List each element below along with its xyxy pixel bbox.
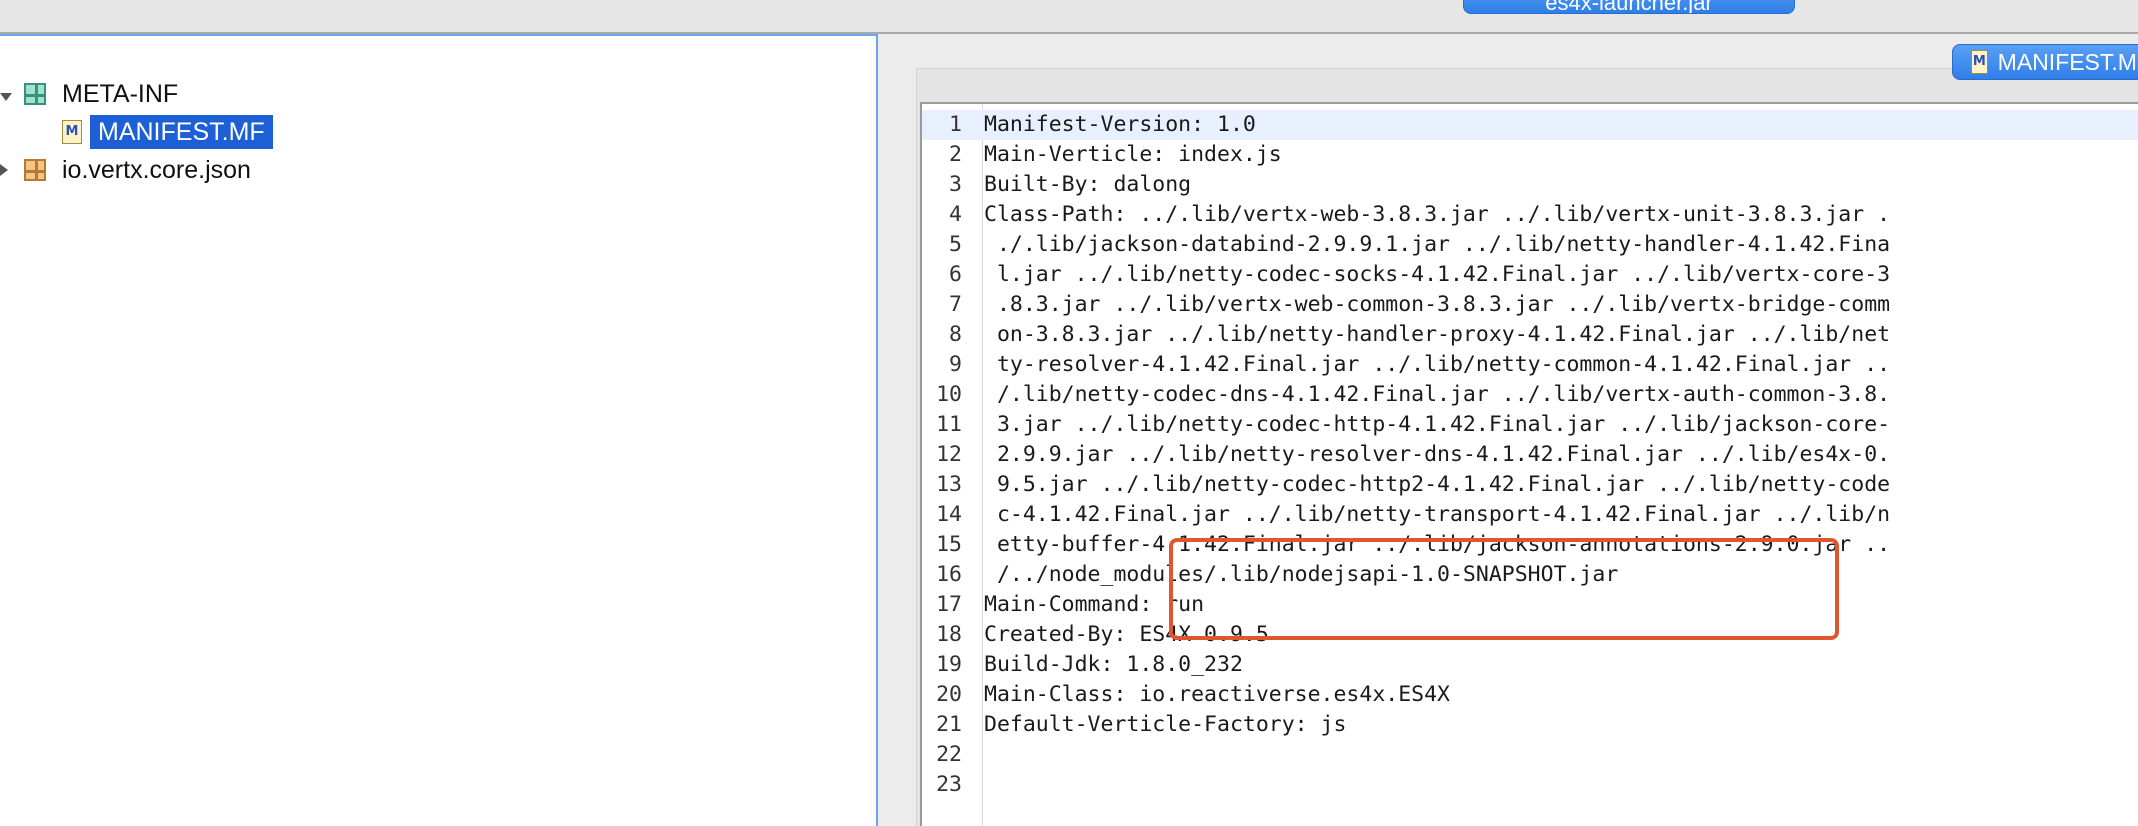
line-text: 3.jar ../.lib/netty-codec-http-4.1.42.Fi… [984, 412, 1891, 437]
code-line[interactable]: 6 l.jar ../.lib/netty-codec-socks-4.1.42… [922, 260, 2138, 290]
line-number: 6 [949, 262, 962, 287]
line-number: 22 [936, 742, 962, 767]
package-icon [24, 159, 46, 181]
line-number: 21 [936, 712, 962, 737]
line-number: 11 [936, 412, 962, 437]
line-text: Built-By: dalong [984, 172, 1192, 197]
package-icon [24, 83, 46, 105]
line-text: .8.3.jar ../.lib/vertx-web-common-3.8.3.… [984, 292, 1891, 317]
line-number: 4 [949, 202, 962, 227]
line-number: 20 [936, 682, 962, 707]
manifest-file-icon: M [1971, 50, 1988, 74]
line-number: 5 [949, 232, 962, 257]
code-line[interactable]: 7 .8.3.jar ../.lib/vertx-web-common-3.8.… [922, 290, 2138, 320]
line-number: 10 [936, 382, 962, 407]
line-text: etty-buffer-4.1.42.Final.jar ../.lib/jac… [984, 532, 1891, 557]
line-number: 3 [949, 172, 962, 197]
code-line[interactable]: 17 Main-Command: run [922, 590, 2138, 620]
line-text: /../node_modules/.lib/nodejsapi-1.0-SNAP… [984, 562, 1619, 587]
code-line[interactable]: 3 Built-By: dalong [922, 170, 2138, 200]
code-line[interactable]: 13 9.5.jar ../.lib/netty-codec-http2-4.1… [922, 470, 2138, 500]
line-text: 2.9.9.jar ../.lib/netty-resolver-dns-4.1… [984, 442, 1891, 467]
line-number: 14 [936, 502, 962, 527]
editor-area: M MANIFEST.MF 1 Manifest-Version: 1.0 2 Mai… [880, 34, 2138, 826]
code-line[interactable]: 4 Class-Path: ../.lib/vertx-web-3.8.3.jar… [922, 200, 2138, 230]
line-text: Default-Verticle-Factory: js [984, 712, 1347, 737]
line-text: Main-Command: run [984, 592, 1205, 617]
line-number: 15 [936, 532, 962, 557]
tree-item-meta-inf[interactable]: META-INF [0, 76, 179, 112]
line-number: 23 [936, 772, 962, 797]
code-line[interactable]: 5 ./.lib/jackson-databind-2.9.9.1.jar ..… [922, 230, 2138, 260]
file-tree-panel: META-INF M MANIFEST.MF io.vertx.core.jso… [0, 34, 878, 826]
line-text: Manifest-Version: 1.0 [984, 112, 1256, 137]
app-window: es4x-launcher.jar META-INF M MANIFEST.MF… [0, 0, 2138, 826]
line-text: /.lib/netty-codec-dns-4.1.42.Final.jar .… [984, 382, 1891, 407]
line-text: l.jar ../.lib/netty-codec-socks-4.1.42.F… [984, 262, 1891, 287]
editor-tab-label: MANIFEST.MF [1997, 48, 2138, 75]
line-text: ty-resolver-4.1.42.Final.jar ../.lib/net… [984, 352, 1891, 377]
disclosure-closed-icon[interactable] [0, 164, 8, 176]
toolbar: es4x-launcher.jar [0, 0, 2138, 34]
tree-item-label: META-INF [62, 79, 179, 108]
line-number: 9 [949, 352, 962, 377]
tree-item-label: MANIFEST.MF [90, 115, 273, 149]
editor-tab-manifest[interactable]: M MANIFEST.MF [1952, 44, 2138, 80]
line-number: 8 [949, 322, 962, 347]
disclosure-open-icon[interactable] [0, 93, 12, 101]
manifest-file-icon: M [62, 120, 82, 144]
code-line[interactable]: 11 3.jar ../.lib/netty-codec-http-4.1.42… [922, 410, 2138, 440]
line-number: 18 [936, 622, 962, 647]
tree-item-manifest[interactable]: M MANIFEST.MF [62, 114, 273, 150]
line-number: 13 [936, 472, 962, 497]
code-line[interactable]: 19 Build-Jdk: 1.8.0_232 [922, 650, 2138, 680]
line-number: 2 [949, 142, 962, 167]
line-number: 19 [936, 652, 962, 677]
window-tab-label: es4x-launcher.jar [1545, 0, 1713, 14]
code-line[interactable]: 18 Created-By: ES4X 0.9.5 [922, 620, 2138, 650]
code-line[interactable]: 15 etty-buffer-4.1.42.Final.jar ../.lib/… [922, 530, 2138, 560]
tree-item-label: io.vertx.core.json [62, 155, 251, 184]
line-text: on-3.8.3.jar ../.lib/netty-handler-proxy… [984, 322, 1891, 347]
tree-item-io-vertx-core-json[interactable]: io.vertx.core.json [0, 152, 251, 188]
code-line[interactable]: 8 on-3.8.3.jar ../.lib/netty-handler-pro… [922, 320, 2138, 350]
line-number: 16 [936, 562, 962, 587]
window-tab[interactable]: es4x-launcher.jar [1463, 0, 1795, 14]
code-line[interactable]: 22 [922, 740, 2138, 770]
code-line[interactable]: 2 Main-Verticle: index.js [922, 140, 2138, 170]
line-text: Build-Jdk: 1.8.0_232 [984, 652, 1243, 677]
code-line[interactable]: 23 [922, 770, 2138, 800]
line-number: 17 [936, 592, 962, 617]
line-number: 1 [949, 112, 962, 137]
line-text: 9.5.jar ../.lib/netty-codec-http2-4.1.42… [984, 472, 1891, 497]
line-text: ./.lib/jackson-databind-2.9.9.1.jar ../.… [984, 232, 1891, 257]
line-text: Class-Path: ../.lib/vertx-web-3.8.3.jar … [984, 202, 1891, 227]
line-text: Main-Verticle: index.js [984, 142, 1282, 167]
code-line[interactable]: 12 2.9.9.jar ../.lib/netty-resolver-dns-… [922, 440, 2138, 470]
code-line[interactable]: 10 /.lib/netty-codec-dns-4.1.42.Final.ja… [922, 380, 2138, 410]
code-line[interactable]: 20 Main-Class: io.reactiverse.es4x.ES4X [922, 680, 2138, 710]
code-editor[interactable]: 1 Manifest-Version: 1.0 2 Main-Verticle: in… [920, 102, 2138, 826]
line-number: 7 [949, 292, 962, 317]
code-line[interactable]: 14 c-4.1.42.Final.jar ../.lib/netty-tran… [922, 500, 2138, 530]
code-line[interactable]: 1 Manifest-Version: 1.0 [922, 110, 2138, 140]
line-text: Created-By: ES4X 0.9.5 [984, 622, 1269, 647]
line-text: c-4.1.42.Final.jar ../.lib/netty-transpo… [984, 502, 1891, 527]
code-line[interactable]: 21 Default-Verticle-Factory: js [922, 710, 2138, 740]
code-line[interactable]: 16 /../node_modules/.lib/nodejsapi-1.0-S… [922, 560, 2138, 590]
line-number: 12 [936, 442, 962, 467]
line-text: Main-Class: io.reactiverse.es4x.ES4X [984, 682, 1450, 707]
code-line[interactable]: 9 ty-resolver-4.1.42.Final.jar ../.lib/n… [922, 350, 2138, 380]
